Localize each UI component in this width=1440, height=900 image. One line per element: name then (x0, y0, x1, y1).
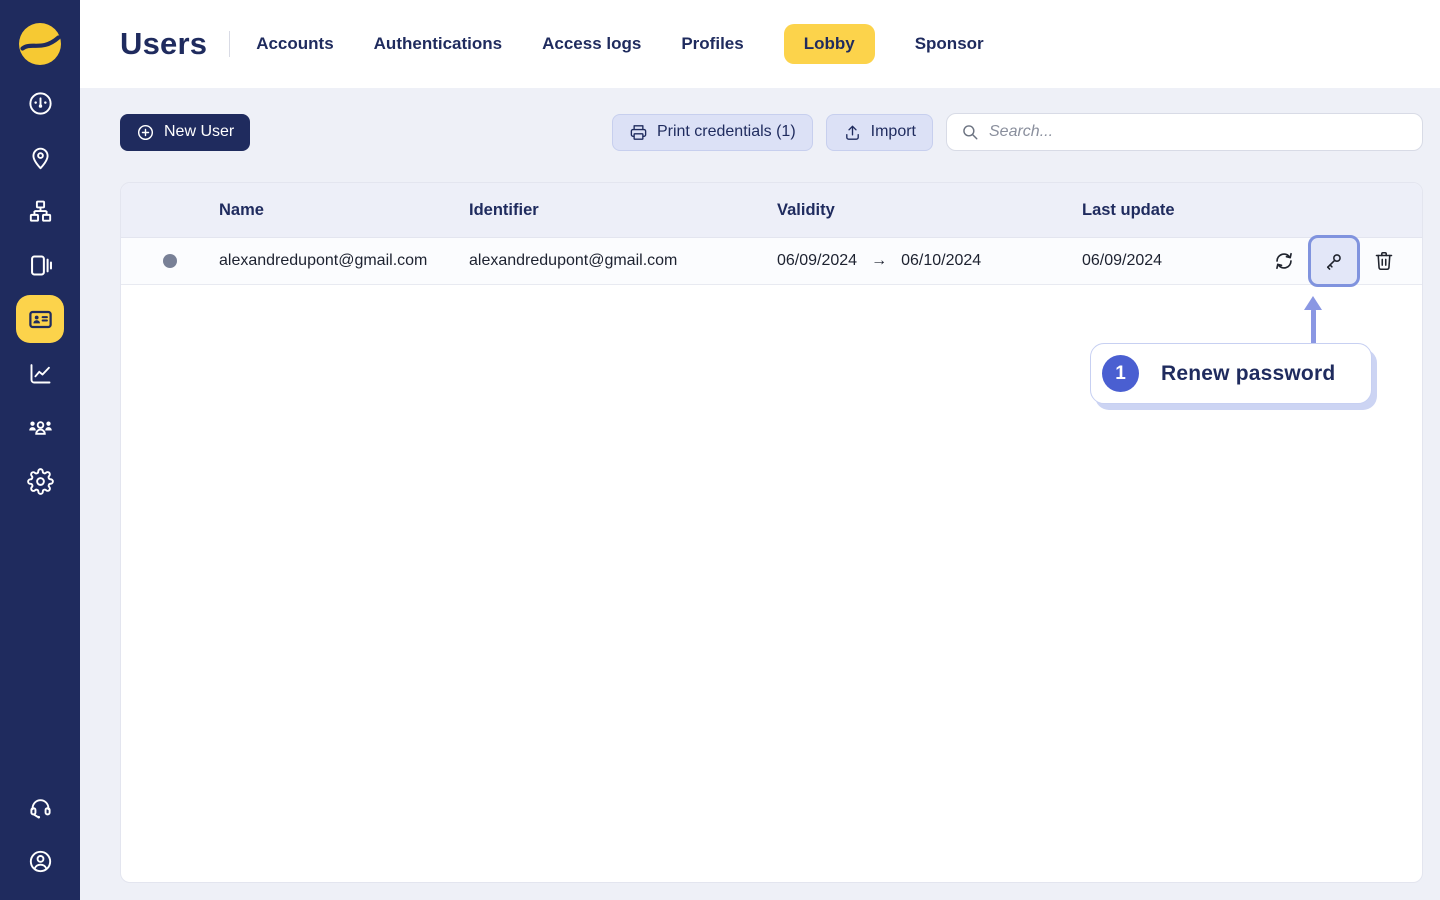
print-credentials-button[interactable]: Print credentials (1) (612, 114, 813, 151)
column-last-update: Last update (1082, 201, 1272, 220)
new-user-label: New User (164, 123, 234, 141)
tab-access-logs[interactable]: Access logs (542, 24, 641, 64)
content-area: New User Print credentials (1) (80, 88, 1440, 900)
support-headset-icon (27, 794, 54, 821)
key-icon (1323, 250, 1345, 272)
table-header-row: Name Identifier Validity Last update (121, 183, 1422, 238)
brand-logo-icon (18, 22, 62, 66)
sidebar-item-users[interactable] (16, 295, 64, 343)
search-box (946, 113, 1423, 151)
tab-authentications[interactable]: Authentications (374, 24, 502, 64)
sidebar-item-locations[interactable] (16, 130, 64, 184)
plus-circle-icon (136, 123, 155, 142)
renew-access-button[interactable] (1272, 249, 1296, 273)
validity-cell: 06/09/2024 → 06/10/2024 (777, 252, 1082, 270)
status-cell (121, 254, 219, 268)
team-group-icon (27, 414, 54, 441)
sidebar-item-splash-pages[interactable] (16, 238, 64, 292)
name-cell: alexandredupont@gmail.com (219, 252, 469, 270)
top-header: Users Accounts Authentications Access lo… (80, 0, 1440, 88)
analytics-chart-icon (27, 360, 54, 387)
splash-pages-icon (27, 252, 54, 279)
printer-icon (629, 123, 648, 142)
location-pin-icon (27, 144, 54, 171)
arrow-right-icon: → (871, 252, 887, 270)
validity-end: 06/10/2024 (901, 252, 981, 270)
toolbar-right: Print credentials (1) Import (612, 113, 1423, 151)
toolbar: New User Print credentials (1) (120, 113, 1423, 151)
sidebar-nav (16, 76, 64, 508)
sidebar-item-support[interactable] (16, 780, 64, 834)
table-row[interactable]: alexandredupont@gmail.com alexandredupon… (121, 238, 1422, 285)
callout-label: Renew password (1161, 362, 1335, 386)
search-icon (961, 123, 979, 141)
trash-icon (1373, 250, 1395, 272)
users-table-card: Name Identifier Validity Last update ale… (120, 182, 1423, 883)
validity-start: 06/09/2024 (777, 252, 857, 270)
callout-arrow-up-icon (1304, 296, 1322, 310)
print-credentials-label: Print credentials (1) (657, 123, 796, 141)
page-title: Users (120, 26, 207, 62)
header-tabs: Accounts Authentications Access logs Pro… (256, 24, 983, 64)
sidebar-item-network[interactable] (16, 184, 64, 238)
sidebar (0, 0, 80, 900)
import-button[interactable]: Import (826, 114, 933, 151)
tab-sponsor[interactable]: Sponsor (915, 24, 984, 64)
sidebar-item-analytics[interactable] (16, 346, 64, 400)
tab-profiles[interactable]: Profiles (681, 24, 743, 64)
sidebar-item-settings[interactable] (16, 454, 64, 508)
tab-accounts[interactable]: Accounts (256, 24, 333, 64)
title-divider (229, 31, 230, 57)
row-actions (1272, 238, 1422, 284)
renew-password-callout: 1 Renew password (1090, 343, 1372, 404)
search-input[interactable] (989, 123, 1408, 141)
account-profile-icon (27, 848, 54, 875)
callout-arrow-line (1311, 309, 1316, 345)
main-area: Users Accounts Authentications Access lo… (80, 0, 1440, 900)
renew-password-button[interactable] (1308, 235, 1360, 287)
sidebar-bottom (16, 780, 64, 900)
status-dot (163, 254, 177, 268)
network-sitemap-icon (27, 198, 54, 225)
settings-gear-icon (27, 468, 54, 495)
refresh-icon (1273, 250, 1295, 272)
sidebar-item-account[interactable] (16, 834, 64, 888)
dashboard-gauge-icon (27, 90, 54, 117)
identifier-cell: alexandredupont@gmail.com (469, 252, 777, 270)
column-validity: Validity (777, 201, 1082, 220)
column-name: Name (219, 201, 469, 220)
tab-lobby[interactable]: Lobby (784, 24, 875, 64)
app-logo[interactable] (18, 0, 62, 88)
new-user-button[interactable]: New User (120, 114, 250, 151)
last-update-cell: 06/09/2024 (1082, 252, 1272, 270)
sidebar-item-team[interactable] (16, 400, 64, 454)
column-identifier: Identifier (469, 201, 777, 220)
delete-user-button[interactable] (1372, 249, 1396, 273)
callout-step-badge: 1 (1102, 355, 1139, 392)
user-card-icon (27, 306, 54, 333)
import-label: Import (871, 123, 916, 141)
sidebar-item-dashboard[interactable] (16, 76, 64, 130)
upload-icon (843, 123, 862, 142)
